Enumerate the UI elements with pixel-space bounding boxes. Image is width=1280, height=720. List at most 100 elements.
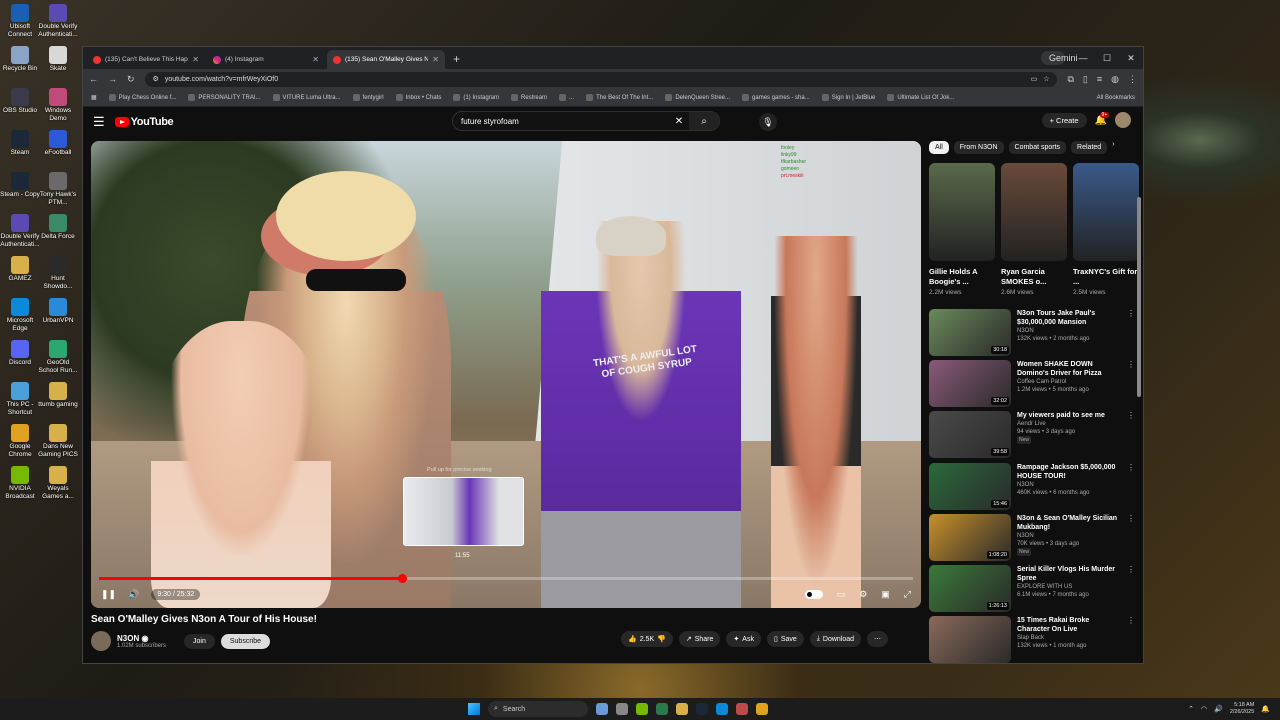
apps-icon[interactable]: ▦ (91, 94, 97, 101)
desktop-shortcut[interactable]: Weyals Games a... (38, 466, 78, 500)
bookmark-item[interactable]: Sign In | JetBlue (821, 94, 875, 101)
desktop-shortcut[interactable]: Google Chrome (0, 424, 40, 458)
site-info-icon[interactable]: ⚙ (153, 75, 159, 83)
progress-scrubber[interactable] (397, 574, 407, 583)
notifications-bell-icon[interactable]: 🔔 9+ (1095, 111, 1110, 126)
reload-icon[interactable]: ↻ (127, 74, 135, 85)
video-thumbnail[interactable]: 39:58 (929, 411, 1011, 459)
recommendation-item[interactable]: 15 Times Rakai Broke Character On Live Sl… (929, 616, 1135, 663)
video-player[interactable]: THAT'S A AWFUL LOT OF COUGH SYRUP fooley… (91, 141, 921, 608)
miniplayer-icon[interactable]: ▣ (881, 589, 890, 600)
chrome-app-icon[interactable] (756, 703, 768, 715)
create-button[interactable]: + Create (1041, 112, 1087, 128)
recommendation-item[interactable]: 32:02 Women SHAKE DOWN Domino's Driver fo… (929, 360, 1135, 411)
bookmark-item[interactable]: PERSONALITY TRAI... (188, 94, 261, 101)
forward-icon[interactable]: → (108, 74, 117, 84)
ask-button[interactable]: ✦ Ask (726, 631, 761, 647)
nvidia-app-icon[interactable] (636, 703, 648, 715)
gemini-button[interactable]: Gemini (1041, 51, 1078, 65)
channel-name[interactable]: Aendr Live (1017, 420, 1121, 428)
video-thumbnail[interactable]: 1:08:20 (929, 513, 1011, 561)
pause-icon[interactable]: ❚❚ (101, 589, 116, 600)
channel-name[interactable]: N3ON (1017, 481, 1121, 489)
bookmark-item[interactable]: Play Chess Online f... (108, 94, 176, 101)
desktop-shortcut[interactable]: Steam - Copy (0, 172, 40, 199)
bookmark-item[interactable]: DelenQueen Stree... (665, 94, 730, 101)
close-window-button[interactable]: ✕ (1119, 53, 1143, 64)
chevron-right-icon[interactable]: › (1112, 141, 1114, 154)
channel-name[interactable]: N3ON (1017, 327, 1121, 335)
windows-start-icon[interactable] (468, 703, 480, 715)
hamburger-menu-icon[interactable]: ☰ (93, 114, 105, 130)
desktop-shortcut[interactable]: Skate (38, 46, 78, 73)
video-title-link[interactable]: My viewers paid to see me (1017, 411, 1121, 420)
desktop-shortcut[interactable]: ttumb gaming (38, 382, 78, 409)
more-options-icon[interactable]: ⋮ (1127, 309, 1135, 360)
video-thumbnail[interactable] (929, 616, 1011, 663)
notifications-icon[interactable]: 🔔 (1261, 705, 1270, 713)
search-button[interactable]: ⌕ (689, 112, 719, 130)
more-options-icon[interactable]: ⋮ (1127, 616, 1135, 663)
wifi-icon[interactable]: ◠ (1201, 705, 1207, 713)
youtube-logo[interactable]: YouTube (114, 116, 174, 128)
video-title-link[interactable]: Rampage Jackson $5,000,000 HOUSE TOUR! (1017, 463, 1121, 481)
speaker-icon[interactable]: 🔊 (1214, 705, 1223, 713)
recommendation-item[interactable]: 15:46 Rampage Jackson $5,000,000 HOUSE TO… (929, 462, 1135, 514)
recommendation-item[interactable]: 1:26:13 Serial Killer Vlogs His Murder Sp… (929, 564, 1135, 616)
desktop-shortcut[interactable]: Tony Hawk's PTM... (38, 172, 78, 206)
clock[interactable]: 5:18 AM 2/26/2025 (1230, 702, 1254, 716)
app-icon[interactable] (736, 703, 748, 715)
shorts-item[interactable]: Ryan Garcia SMOKES o... 2.6M views (1001, 163, 1067, 296)
join-button[interactable]: Join (184, 633, 215, 649)
new-tab-button[interactable]: + (447, 52, 466, 69)
progress-bar[interactable] (99, 574, 913, 583)
bookmark-item[interactable]: fentygirl (352, 94, 384, 101)
video-thumbnail[interactable]: 15:46 (929, 462, 1011, 510)
video-thumbnail[interactable]: 1:26:13 (929, 564, 1011, 612)
bookmark-item[interactable]: (1) Instagram (453, 94, 499, 101)
more-options-icon[interactable]: ⋮ (1127, 514, 1135, 565)
shorts-thumbnail[interactable] (1073, 163, 1139, 261)
voice-search-icon[interactable]: 🎙 (759, 113, 777, 131)
back-icon[interactable]: ← (89, 74, 98, 84)
tab-instagram[interactable]: (4) Instagram ✕ (207, 50, 325, 69)
like-button[interactable]: 👍 2.5K 👎 (621, 631, 673, 647)
channel-name[interactable]: Slap Back (1017, 634, 1121, 642)
task-view-icon[interactable] (596, 703, 608, 715)
settings-gear-icon[interactable]: ⚙ (859, 589, 867, 600)
settings-app-icon[interactable] (616, 703, 628, 715)
shorts-title[interactable]: Gillie Holds A Boogie's ... (929, 267, 995, 287)
recommendation-item[interactable]: 1:08:20 N3on & Sean O'Malley Sicilian Muk… (929, 513, 1135, 565)
desktop-shortcut[interactable]: Hunt Showdo... (38, 256, 78, 290)
tab-youtube-1[interactable]: (135) Can't Believe This Happen✕ (87, 50, 205, 69)
shorts-title[interactable]: TraxNYC's Gift for ... (1073, 267, 1139, 287)
shorts-thumbnail[interactable] (929, 163, 995, 261)
close-icon[interactable]: ✕ (312, 55, 319, 64)
autoplay-toggle[interactable] (804, 589, 823, 599)
address-bar[interactable]: ⚙ youtube.com/watch?v=mfrWeyXiOf0 ▭ ☆ (144, 71, 1058, 87)
subscribe-button[interactable]: Subscribe (220, 633, 271, 649)
shorts-item[interactable]: Gillie Holds A Boogie's ... 2.2M views (929, 163, 995, 296)
share-button[interactable]: ↗ Share (678, 631, 721, 647)
more-options-icon[interactable]: ⋮ (1127, 463, 1135, 514)
channel-name[interactable]: EXPLORE WITH US (1017, 583, 1121, 591)
recommendation-item[interactable]: 30:18 N3on Tours Jake Paul's $30,000,000 … (929, 309, 1135, 360)
menu-icon[interactable]: ⋮ (1128, 74, 1137, 85)
chevron-up-icon[interactable]: ⌃ (1188, 705, 1194, 713)
more-options-icon[interactable]: ⋮ (1127, 411, 1135, 462)
desktop-shortcut[interactable]: Delta Force (38, 214, 78, 241)
desktop-shortcut[interactable]: UrbanVPN (38, 298, 78, 325)
account-avatar[interactable] (1115, 112, 1131, 128)
desktop-shortcut[interactable]: Ubisoft Connect (0, 4, 40, 38)
maximize-button[interactable]: ☐ (1095, 53, 1119, 64)
media-icon[interactable]: ≡ (1097, 74, 1102, 85)
video-title-link[interactable]: Women SHAKE DOWN Domino's Driver for Piz… (1017, 360, 1121, 378)
recommendation-item[interactable]: 39:58 My viewers paid to see me Aendr Live… (929, 411, 1135, 462)
extensions-icon[interactable]: ⧉ (1067, 74, 1073, 85)
profile-icon[interactable]: ◍ (1111, 74, 1119, 85)
file-explorer-icon[interactable] (676, 703, 688, 715)
bookmark-item[interactable]: games games - sha... (742, 94, 810, 101)
thumbs-down-icon[interactable]: 👎 (657, 635, 666, 643)
desktop-shortcut[interactable]: OBS Studio (0, 88, 40, 115)
desktop-shortcut[interactable]: Double Verify Authenticati... (38, 4, 78, 38)
